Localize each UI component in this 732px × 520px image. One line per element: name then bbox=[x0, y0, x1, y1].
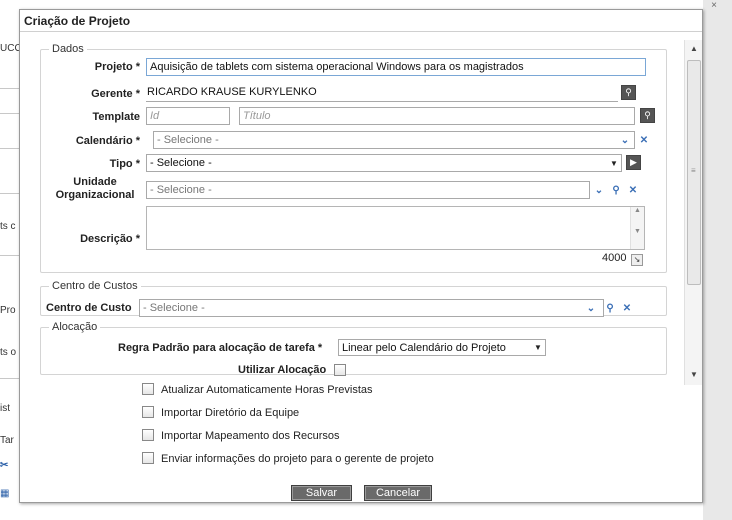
calendario-value: - Selecione - bbox=[157, 134, 219, 146]
tipo-select[interactable]: - Selecione - bbox=[146, 154, 622, 172]
background-divider bbox=[0, 255, 20, 256]
centro-custo-select[interactable]: - Selecione - bbox=[139, 299, 604, 317]
auto-update-hours-checkbox[interactable] bbox=[142, 383, 154, 395]
resize-icon[interactable]: ↘ bbox=[631, 254, 643, 266]
dados-legend: Dados bbox=[52, 43, 84, 55]
background-divider bbox=[0, 148, 20, 149]
regra-padrao-label: Regra Padrão para alocação de tarefa * bbox=[118, 342, 323, 354]
scrollbar-thumb[interactable]: ≡ bbox=[687, 60, 701, 285]
background-item: UCO bbox=[0, 43, 20, 54]
import-resource-mapping-label: Importar Mapeamento dos Recursos bbox=[161, 430, 340, 442]
send-to-manager-checkbox[interactable] bbox=[142, 452, 154, 464]
send-to-manager-label: Enviar informações do projeto para o ger… bbox=[161, 453, 434, 465]
template-label: Template bbox=[92, 111, 140, 123]
unidade-search-icon[interactable]: ⚲ bbox=[609, 183, 623, 197]
cancel-button[interactable]: Cancelar bbox=[364, 485, 432, 501]
scroll-up-icon[interactable]: ▲ bbox=[685, 42, 703, 56]
regra-padrao-select[interactable]: Linear pelo Calendário do Projeto bbox=[338, 339, 546, 356]
tipo-label: Tipo * bbox=[109, 158, 140, 170]
template-search-icon[interactable]: ⚲ bbox=[640, 108, 655, 123]
background-divider bbox=[0, 88, 20, 89]
calendario-clear-icon[interactable]: ✕ bbox=[637, 133, 651, 147]
scissors-icon[interactable]: ✂ bbox=[0, 460, 20, 471]
background-item: Tar bbox=[0, 435, 14, 446]
utilizar-alocacao-label: Utilizar Alocação bbox=[238, 364, 327, 376]
scroll-down-icon[interactable]: ▼ bbox=[685, 368, 703, 382]
gerente-input[interactable]: RICARDO KRAUSE KURYLENKO bbox=[146, 84, 618, 102]
tipo-value: - Selecione - bbox=[150, 157, 212, 169]
close-icon[interactable]: × bbox=[707, 0, 721, 14]
background-item: Pro bbox=[0, 305, 16, 316]
template-title-input[interactable]: Título bbox=[239, 107, 635, 125]
background-item: ist bbox=[0, 403, 10, 414]
background-right-panel: × bbox=[703, 0, 732, 520]
unidade-clear-icon[interactable]: ✕ bbox=[626, 183, 640, 197]
background-item: ts c bbox=[0, 221, 16, 232]
regra-padrao-dropdown-icon[interactable]: ▼ bbox=[534, 343, 542, 352]
descricao-textarea[interactable]: ▲ ▼ bbox=[146, 206, 645, 250]
create-project-dialog: Criação de Projeto Dados Projeto * Aquis… bbox=[19, 9, 703, 503]
unidade-label-line2: Organizacional bbox=[55, 189, 135, 201]
unidade-dropdown-icon[interactable]: ⌄ bbox=[592, 183, 606, 197]
projeto-label: Projeto * bbox=[94, 61, 140, 73]
descricao-label: Descrição * bbox=[80, 233, 140, 245]
unidade-label-line1: Unidade bbox=[73, 176, 117, 188]
dialog-title: Criação de Projeto bbox=[20, 10, 702, 32]
unidade-value: - Selecione - bbox=[150, 184, 212, 196]
calendario-select[interactable]: - Selecione - bbox=[153, 131, 635, 149]
background-divider bbox=[0, 113, 20, 114]
dialog-scroll-area: Dados Projeto * Aquisição de tablets com… bbox=[20, 40, 702, 385]
centro-custo-dropdown-icon[interactable]: ⌄ bbox=[584, 301, 598, 315]
centro-custo-value: - Selecione - bbox=[143, 302, 205, 314]
grid-icon[interactable]: ▦ bbox=[0, 488, 20, 499]
background-divider bbox=[0, 378, 20, 379]
gerente-label: Gerente * bbox=[91, 88, 140, 100]
centro-custos-legend: Centro de Custos bbox=[52, 280, 138, 292]
alocacao-legend: Alocação bbox=[52, 321, 98, 333]
tipo-next-icon[interactable]: ▶ bbox=[626, 155, 641, 170]
centro-custo-label: Centro de Custo bbox=[46, 302, 132, 314]
background-item: ts o bbox=[0, 347, 17, 358]
tipo-dropdown-icon[interactable]: ▼ bbox=[610, 159, 618, 168]
import-team-directory-checkbox[interactable] bbox=[142, 406, 154, 418]
centro-custo-clear-icon[interactable]: ✕ bbox=[620, 301, 634, 315]
projeto-input[interactable]: Aquisição de tablets com sistema operaci… bbox=[146, 58, 646, 76]
background-divider bbox=[0, 193, 20, 194]
unidade-select[interactable]: - Selecione - bbox=[146, 181, 590, 199]
save-button[interactable]: Salvar bbox=[291, 485, 352, 501]
regra-padrao-value: Linear pelo Calendário do Projeto bbox=[342, 342, 506, 354]
calendario-dropdown-icon[interactable]: ⌄ bbox=[618, 133, 632, 147]
calendario-label: Calendário * bbox=[75, 135, 140, 147]
import-team-directory-label: Importar Diretório da Equipe bbox=[161, 407, 300, 419]
descricao-char-counter: 4000 bbox=[602, 252, 627, 264]
dialog-scrollbar[interactable]: ▲ ≡ ▼ bbox=[684, 40, 702, 385]
template-id-input[interactable]: Id bbox=[146, 107, 230, 125]
import-resource-mapping-checkbox[interactable] bbox=[142, 429, 154, 441]
centro-custo-search-icon[interactable]: ⚲ bbox=[603, 301, 617, 315]
auto-update-hours-label: Atualizar Automaticamente Horas Prevista… bbox=[161, 384, 373, 396]
utilizar-alocacao-checkbox[interactable] bbox=[334, 364, 346, 376]
gerente-search-icon[interactable]: ⚲ bbox=[621, 85, 636, 100]
scrollbar-grip-icon: ≡ bbox=[691, 166, 696, 175]
unidade-label: Unidade Organizacional bbox=[50, 176, 140, 202]
descricao-scrollbar[interactable]: ▲ ▼ bbox=[630, 207, 644, 249]
